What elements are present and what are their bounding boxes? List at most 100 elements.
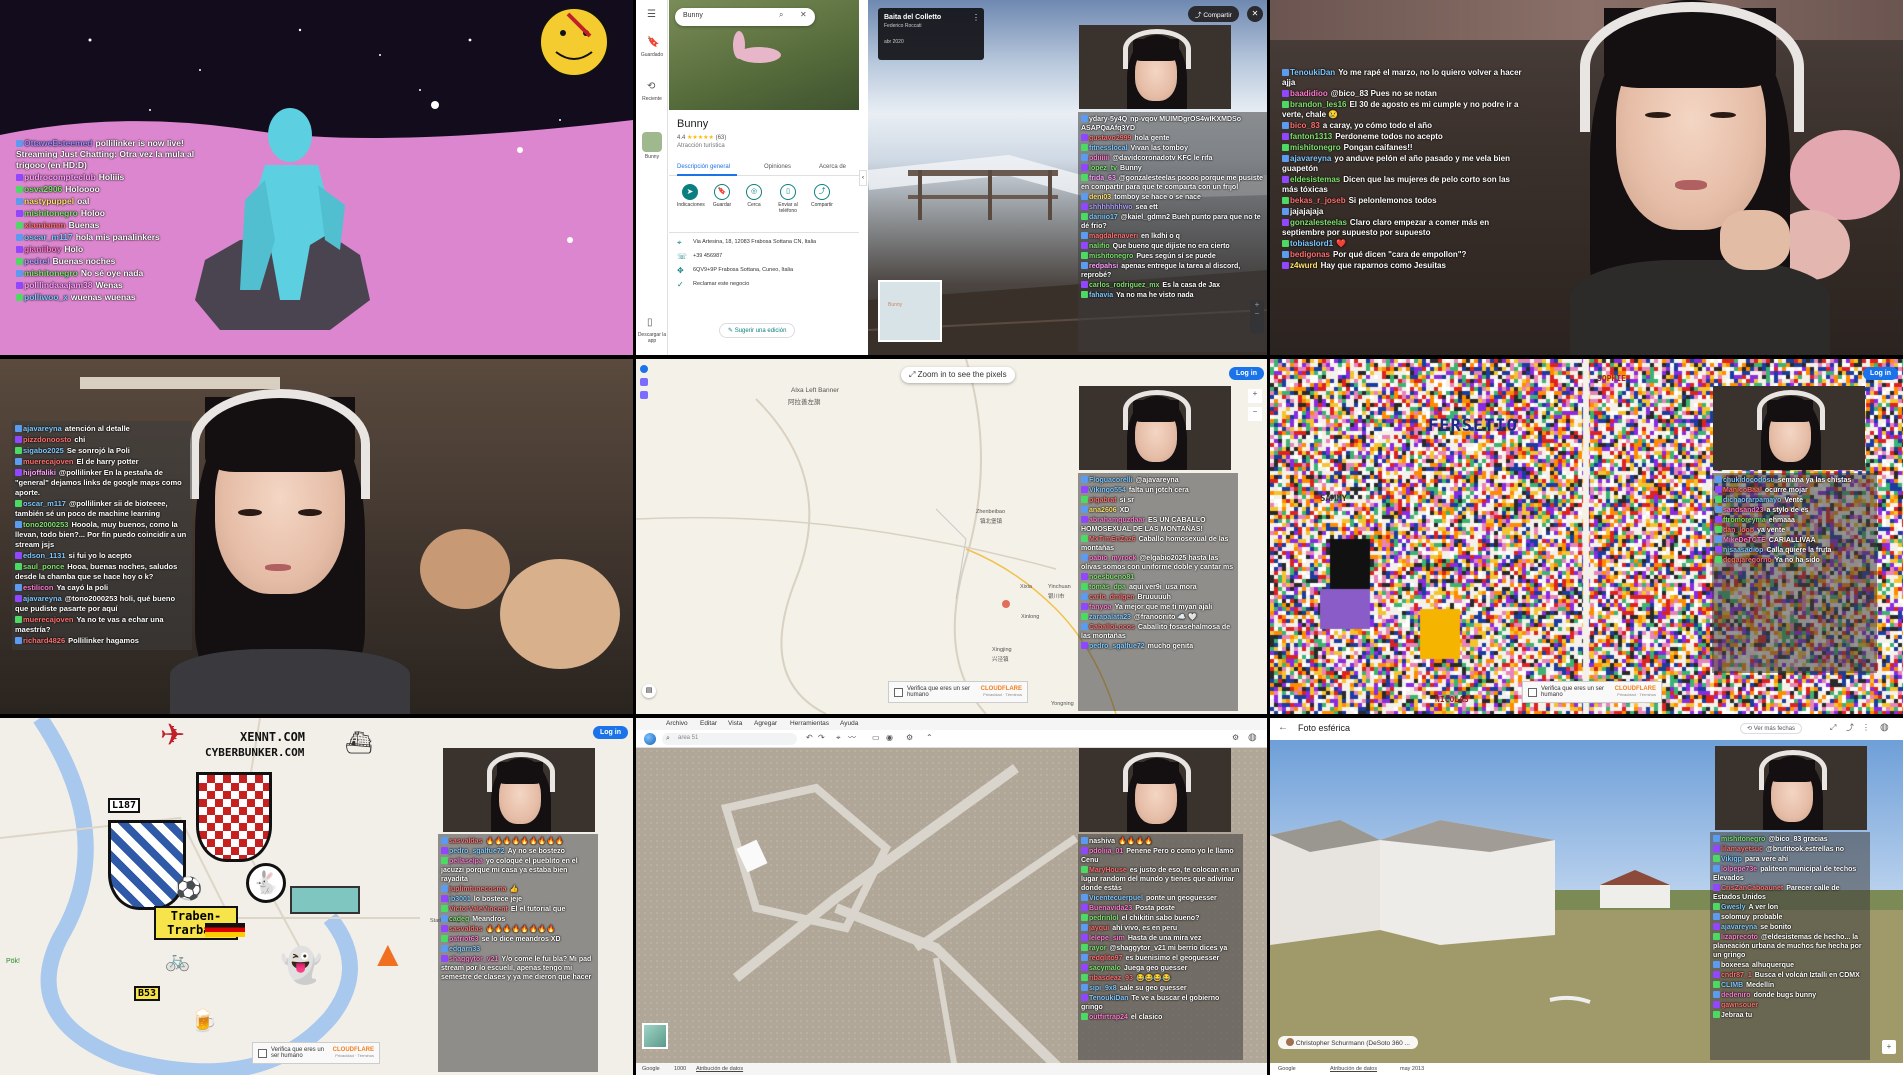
chat-username[interactable]: bedigonas: [1290, 250, 1330, 259]
share-button[interactable]: ⤴ Compartir: [807, 184, 837, 208]
chat-username[interactable]: lelepe_sim: [1089, 935, 1125, 942]
suggest-edit-button[interactable]: ✎ Sugerir una edición: [719, 323, 796, 338]
tab-overview[interactable]: Descripción general: [677, 164, 730, 170]
chat-username[interactable]: TenoukiDan: [1290, 68, 1335, 77]
data-attribution-link[interactable]: Atribución de datos: [1330, 1066, 1377, 1072]
chat-username[interactable]: nastypuppel: [24, 196, 74, 206]
tool-icon[interactable]: [640, 378, 648, 386]
path-icon[interactable]: 〰: [848, 734, 856, 742]
save-button[interactable]: 🔖 Guardar: [709, 184, 735, 208]
chat-username[interactable]: mishitonegro: [1721, 836, 1765, 843]
chat-username[interactable]: frida_63: [1089, 175, 1116, 182]
zoom-in-button[interactable]: +: [1882, 1040, 1896, 1054]
chat-username[interactable]: bekas_r_joseb: [1290, 196, 1346, 205]
chat-username[interactable]: cadeg: [449, 916, 469, 923]
more-vert-icon[interactable]: ⋮: [972, 14, 980, 22]
tool-icon[interactable]: [640, 391, 648, 399]
cloudflare-captcha[interactable]: Verifica que eres un ser humano CLOUDFLA…: [888, 681, 1028, 703]
chat-username[interactable]: dichaorarpamayo: [1723, 497, 1781, 504]
data-attribution-link[interactable]: Atribución de datos: [696, 1066, 743, 1072]
chat-username[interactable]: solomuy: [1721, 914, 1750, 921]
redo-icon[interactable]: ↷: [818, 734, 825, 742]
chat-username[interactable]: Floguacorelli: [1089, 477, 1133, 484]
chat-username[interactable]: pigabrat: [1089, 497, 1117, 504]
chat-username[interactable]: tono2000253: [23, 520, 68, 529]
review-count[interactable]: (63): [716, 135, 727, 141]
chat-username[interactable]: mishitonegro: [1290, 143, 1341, 152]
sv-close-button[interactable]: ✕: [1247, 6, 1263, 22]
undo-icon[interactable]: ↶: [806, 734, 813, 742]
chat-username[interactable]: nisaasadiop: [1723, 547, 1763, 554]
recent-icon[interactable]: ⟲: [647, 82, 655, 92]
chat-username[interactable]: richard4826: [23, 636, 65, 645]
chat-username[interactable]: magdalenaveri: [1089, 233, 1138, 240]
chat-username[interactable]: pedrel: [24, 256, 50, 266]
chat-username[interactable]: nashiva: [1089, 838, 1115, 845]
account-icon[interactable]: ◍: [1248, 733, 1257, 743]
menu-edit[interactable]: Editar: [700, 720, 717, 727]
placemark-icon[interactable]: ⌖: [836, 734, 841, 742]
chat-username[interactable]: chukidocodosu: [1723, 477, 1775, 484]
chevron-up-icon[interactable]: ⌃: [926, 734, 933, 742]
chat-username[interactable]: lizaprecoto: [1721, 934, 1758, 941]
collapse-panel-button[interactable]: ‹: [859, 170, 867, 186]
chat-username[interactable]: Gwesly: [1721, 904, 1746, 911]
chat-username[interactable]: saul_ponce: [23, 562, 64, 571]
menu-tools[interactable]: Herramientas: [790, 720, 829, 727]
chat-username[interactable]: polliwoo_x: [24, 292, 68, 302]
chat-username[interactable]: CLIMB: [1721, 982, 1743, 989]
chat-username[interactable]: jb3001: [449, 896, 471, 903]
chat-username[interactable]: OttaweEsteemed: [24, 138, 93, 148]
search-input[interactable]: area 51: [678, 735, 698, 741]
account-icon[interactable]: ◍: [1880, 723, 1889, 733]
zoom-out-button[interactable]: −: [1248, 407, 1262, 421]
chat-username[interactable]: edgarn33: [449, 946, 480, 953]
download-app-icon[interactable]: ▯: [647, 318, 653, 328]
more-vert-icon[interactable]: ⋮: [1862, 724, 1870, 732]
chat-username[interactable]: pdiiiiii: [1089, 155, 1109, 162]
chat-username[interactable]: pdoliia_01: [1089, 848, 1123, 855]
settings-icon[interactable]: ⚙: [906, 734, 913, 742]
chat-username[interactable]: MikeDeTCTE: [1723, 537, 1766, 544]
chat-username[interactable]: fitnesslocal: [1089, 145, 1128, 152]
login-button[interactable]: Log in: [593, 726, 628, 739]
phone-row[interactable]: ☏ +39 456987: [669, 249, 859, 263]
login-button[interactable]: Log in: [1863, 367, 1898, 380]
chat-username[interactable]: juplimtunecosma: [449, 886, 507, 893]
chat-username[interactable]: gianiiboy: [24, 244, 61, 254]
chat-username[interactable]: Buenavida23: [1089, 905, 1132, 912]
chat-username[interactable]: pudrocompteclub: [24, 172, 96, 182]
chat-username[interactable]: boxeesa: [1721, 962, 1749, 969]
claim-row[interactable]: ✓ Reclamar este negocio: [669, 277, 859, 291]
directions-button[interactable]: ➤ Indicaciones: [677, 184, 705, 208]
sv-thumbnail[interactable]: Bunny: [878, 280, 942, 342]
chat-username[interactable]: sasvaldas: [449, 926, 482, 933]
chat-username[interactable]: noesbueno81: [1089, 574, 1134, 581]
globe-thumbnail[interactable]: [642, 1023, 668, 1049]
search-input[interactable]: Bunny: [683, 12, 703, 19]
chat-username[interactable]: pizzdonoosto: [23, 435, 71, 444]
chat-username[interactable]: MxTimEnZaz6: [1089, 536, 1136, 543]
chat-username[interactable]: gustavo2999: [1089, 135, 1131, 142]
sv-author[interactable]: Federico Roccati: [884, 23, 978, 29]
chat-username[interactable]: mishitonegro: [24, 268, 78, 278]
menu-view[interactable]: Vista: [728, 720, 742, 727]
chat-username[interactable]: ydary-5y4Q: [1089, 116, 1127, 123]
chat-username[interactable]: zarapalata23: [1089, 614, 1131, 621]
chat-username[interactable]: lopez_tv: [1089, 165, 1117, 172]
chat-username[interactable]: ana2606: [1089, 507, 1117, 514]
search-icon[interactable]: ⌕: [779, 11, 783, 19]
cloudflare-captcha[interactable]: Verifica que eres un ser humano CLOUDFLA…: [1522, 681, 1662, 703]
chat-username[interactable]: abrahamguzdaar: [1089, 517, 1145, 524]
chat-username[interactable]: TenoukiDan: [1089, 995, 1129, 1002]
chat-username[interactable]: oscar_m117: [24, 232, 73, 242]
chat-username[interactable]: sasvaldas: [449, 838, 482, 845]
fullscreen-icon[interactable]: ⤢: [1830, 724, 1836, 732]
back-arrow-icon[interactable]: ←: [1278, 723, 1288, 733]
chat-username[interactable]: pellaselpa: [449, 858, 483, 865]
search-box[interactable]: ⌕ area 51: [662, 733, 797, 745]
chat-username[interactable]: ajavareyna: [23, 424, 62, 433]
chat-username[interactable]: sacymalo: [1089, 965, 1121, 972]
cloudflare-captcha[interactable]: Verifica que eres un ser humano CLOUDFLA…: [252, 1042, 380, 1064]
chat-username[interactable]: nalifio: [1089, 243, 1110, 250]
